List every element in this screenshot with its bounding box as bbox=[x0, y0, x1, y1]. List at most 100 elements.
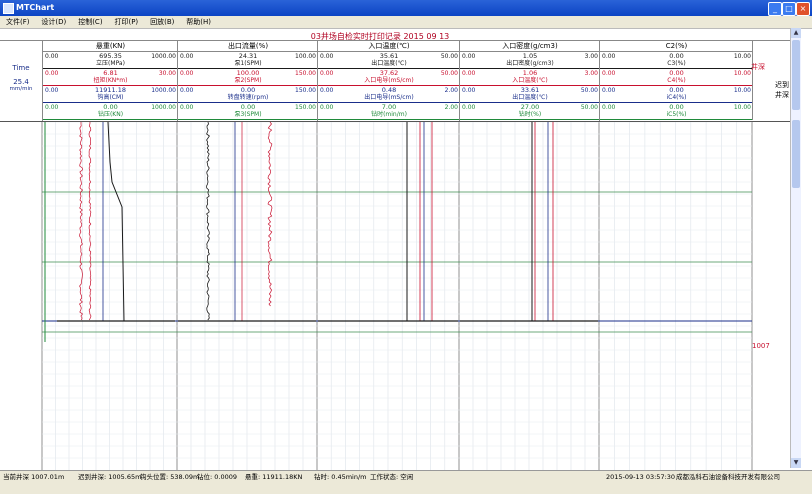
curve-value: 7.00 bbox=[381, 103, 397, 111]
curve-max: 10.00 bbox=[733, 53, 751, 60]
curve-row: 0.00 35.61 50.00 出口温度(℃) bbox=[318, 52, 460, 69]
curve-trace bbox=[206, 121, 210, 321]
curve-max: 3.00 bbox=[584, 70, 598, 77]
curve-value: 0.00 bbox=[669, 69, 684, 77]
scroll-thumb-lower[interactable] bbox=[792, 120, 800, 188]
curve-trace bbox=[107, 121, 125, 322]
curve-max: 10.00 bbox=[733, 104, 751, 111]
curve-max: 10.00 bbox=[733, 87, 751, 94]
curve-row: 0.00 0.48 2.00 出口电导(mS/cm) bbox=[318, 86, 460, 103]
curve-value: 37.62 bbox=[379, 69, 399, 77]
menu-playback[interactable]: 回放(B) bbox=[150, 16, 174, 28]
close-button[interactable]: × bbox=[796, 2, 810, 16]
curve-row: 0.00 0.00 10.00 C3(%) bbox=[600, 52, 753, 69]
curve-value: 0.00 bbox=[669, 52, 684, 60]
scroll-thumb[interactable] bbox=[792, 40, 800, 110]
curve-color-line bbox=[43, 119, 178, 120]
scroll-down-icon[interactable]: ▼ bbox=[791, 458, 801, 468]
curve-max: 2.00 bbox=[444, 87, 458, 94]
depth-marker: 1007 bbox=[752, 342, 770, 350]
curve-max: 150.00 bbox=[295, 104, 316, 111]
curve-max: 1000.00 bbox=[151, 104, 176, 111]
curve-row: 0.00 0.00 150.00 泵3(SPM) bbox=[178, 103, 318, 120]
curve-label: iC4(%) bbox=[666, 94, 687, 101]
curve-row: 0.00 11911.18 1000.00 钩高(CM) bbox=[43, 86, 178, 103]
title-bar: MTChart _ □ × bbox=[0, 0, 812, 16]
curve-value: 1.05 bbox=[522, 52, 538, 60]
menu-control[interactable]: 控制(C) bbox=[78, 16, 102, 28]
curve-row: 0.00 24.31 100.00 泵1(SPM) bbox=[178, 52, 318, 69]
lag-depth-label: 井深 bbox=[775, 91, 789, 99]
curve-label: 泵3(SPM) bbox=[234, 111, 262, 118]
curve-value: 0.00 bbox=[669, 86, 684, 94]
curve-label: 立压(MPa) bbox=[96, 60, 125, 67]
curve-value: 6.81 bbox=[103, 69, 118, 77]
curve-max: 50.00 bbox=[440, 53, 458, 60]
curve-label: 出口电导(mS/cm) bbox=[364, 94, 414, 101]
curve-header: 悬重(KN) 0.00 695.35 1000.00 立压(MPa) 0.00 6.81 30… bbox=[0, 40, 790, 121]
curve-label: 入口电导(mS/cm) bbox=[364, 77, 414, 84]
track-name: 悬重(KN) bbox=[43, 41, 178, 52]
menu-file[interactable]: 文件(F) bbox=[6, 16, 30, 28]
menu-print[interactable]: 打印(P) bbox=[114, 16, 138, 28]
track-header: 入口密度(g/cm3) 0.00 1.05 3.00 出口密度(g/cm3) 0.00 1.… bbox=[459, 41, 600, 121]
curve-label: 出口密度(g/cm3) bbox=[506, 60, 554, 67]
track-name: 入口温度(℃) bbox=[318, 41, 460, 52]
curve-max: 50.00 bbox=[580, 87, 598, 94]
log-plot: 1007 bbox=[41, 121, 770, 470]
minimize-button[interactable]: _ bbox=[768, 2, 782, 16]
menu-help[interactable]: 帮助(H) bbox=[186, 16, 211, 28]
curve-row: 0.00 1.06 3.00 入口温度(℃) bbox=[460, 69, 600, 86]
curve-max: 10.00 bbox=[733, 70, 751, 77]
curve-max: 150.00 bbox=[295, 70, 316, 77]
curve-label: 扭矩(KN*m) bbox=[93, 77, 128, 84]
curve-label: 钻时(%) bbox=[518, 111, 542, 118]
depth-panel: 井深 迟到 井深 bbox=[751, 40, 791, 120]
track-name: 入口密度(g/cm3) bbox=[460, 41, 600, 52]
curve-color-line bbox=[460, 119, 600, 120]
curve-label: C3(%) bbox=[667, 60, 686, 67]
maximize-button[interactable]: □ bbox=[782, 2, 796, 16]
curve-row: 0.00 1.05 3.00 出口密度(g/cm3) bbox=[460, 52, 600, 69]
curve-max: 150.00 bbox=[295, 87, 316, 94]
curve-row: 0.00 33.61 50.00 出口温度(℃) bbox=[460, 86, 600, 103]
curve-value: 35.61 bbox=[379, 52, 399, 60]
menu-bar: 文件(F) 设计(D) 控制(C) 打印(P) 回放(B) 帮助(H) bbox=[0, 16, 812, 29]
curve-row: 0.00 6.81 30.00 扭矩(KN*m) bbox=[43, 69, 178, 86]
curve-row: 0.00 37.62 50.00 入口电导(mS/cm) bbox=[318, 69, 460, 86]
curve-row: 0.00 27.00 50.00 钻时(%) bbox=[460, 103, 600, 120]
track-header: C2(%) 0.00 0.00 10.00 C3(%) 0.00 0.00 10.00 C4(%… bbox=[599, 41, 753, 121]
curve-max: 30.00 bbox=[158, 70, 176, 77]
curve-label: 出口温度(℃) bbox=[512, 94, 548, 101]
curve-label: iC5(%) bbox=[666, 111, 687, 118]
lag-label: 迟到 bbox=[775, 81, 789, 89]
curve-value: 33.61 bbox=[520, 86, 540, 94]
curve-label: 泵1(SPM) bbox=[234, 60, 262, 67]
track-header: 入口温度(℃) 0.00 35.61 50.00 出口温度(℃) 0.00 37.62 50.… bbox=[317, 41, 460, 121]
curve-label: 钻时(min/m) bbox=[371, 111, 407, 118]
curve-row: 0.00 7.00 2.00 钻时(min/m) bbox=[318, 103, 460, 120]
curve-trace bbox=[79, 122, 84, 321]
curve-label: 钻压(KN) bbox=[97, 111, 124, 118]
curve-trace bbox=[88, 121, 92, 321]
vertical-scrollbar[interactable]: ▲ ▼ bbox=[790, 28, 801, 468]
curve-max: 50.00 bbox=[580, 104, 598, 111]
curve-label: 泵2(SPM) bbox=[234, 77, 262, 84]
scroll-up-icon[interactable]: ▲ bbox=[791, 28, 801, 38]
depth-label: 井深 bbox=[751, 63, 765, 71]
horizontal-scrollbar[interactable] bbox=[0, 482, 812, 494]
curve-row: 0.00 0.00 1000.00 钻压(KN) bbox=[43, 103, 178, 120]
curve-row: 0.00 0.00 10.00 C4(%) bbox=[600, 69, 753, 86]
menu-design[interactable]: 设计(D) bbox=[41, 16, 66, 28]
curve-label: 钩高(CM) bbox=[97, 94, 124, 101]
curve-max: 1000.00 bbox=[151, 87, 176, 94]
curve-max: 3.00 bbox=[584, 53, 598, 60]
track-header: 悬重(KN) 0.00 695.35 1000.00 立压(MPa) 0.00 6.81 30… bbox=[42, 41, 178, 121]
track-header: 出口流量(%) 0.00 24.31 100.00 泵1(SPM) 0.00 100.00 1… bbox=[177, 41, 318, 121]
curve-value: 0.00 bbox=[669, 103, 684, 111]
curve-max: 2.00 bbox=[444, 104, 458, 111]
curve-row: 0.00 0.00 10.00 iC5(%) bbox=[600, 103, 753, 120]
curve-color-line bbox=[178, 119, 318, 120]
curve-label: 出口温度(℃) bbox=[371, 60, 407, 67]
curve-label: 转盘转速(rpm) bbox=[227, 94, 269, 101]
